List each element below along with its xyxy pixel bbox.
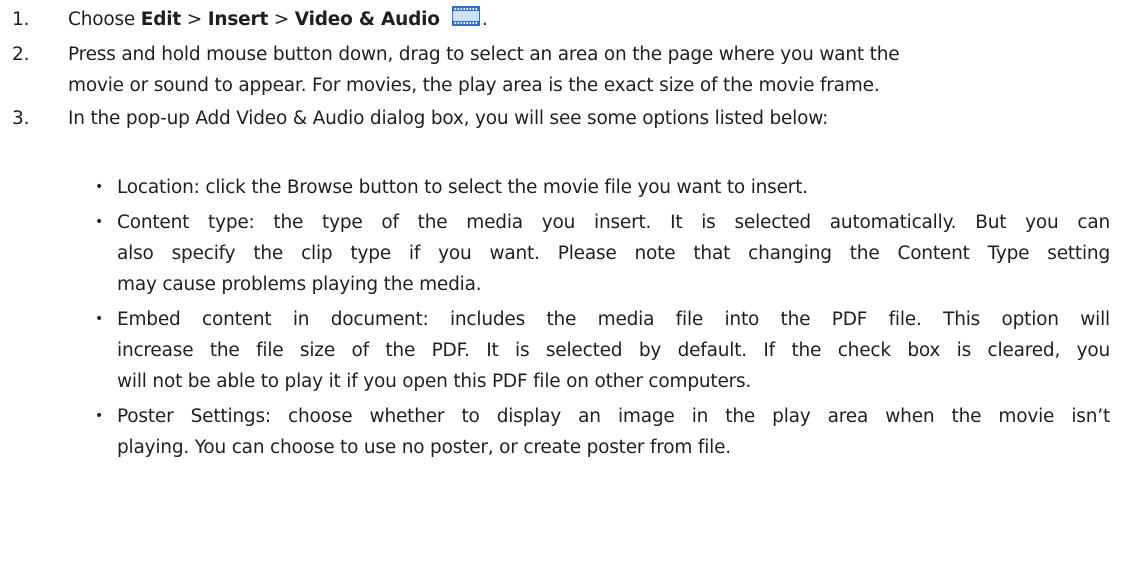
text-line: Embed content in document: includes the … [117, 309, 1110, 330]
step-number: 2. [12, 44, 30, 65]
text-line: Poster Settings: choose whether to displ… [117, 406, 1110, 427]
list-item-text: Poster Settings: choose whether to displ… [117, 401, 1110, 463]
list-item-text: Embed content in document: includes the … [117, 304, 1110, 397]
step-1-prefix: Choose [68, 9, 141, 30]
list-item-text: Location: click the Browse button to sel… [117, 172, 1110, 203]
text-line: also specify the clip type if you want. … [117, 243, 1110, 264]
menu-edit: Edit [140, 9, 182, 30]
text-line: Location: click the Browse button to sel… [117, 177, 808, 198]
film-strip-icon [451, 5, 480, 26]
bullet-dot: • [95, 179, 104, 195]
step-1-suffix: . [481, 9, 488, 30]
step-text: Choose Edit > Insert > Video & Audio . [68, 4, 1108, 35]
step-number: 1. [12, 9, 30, 30]
step-text: In the pop-up Add Video & Audio dialog b… [68, 103, 1108, 134]
menu-video-audio: Video & Audio [294, 9, 440, 30]
menu-insert: Insert [207, 9, 269, 30]
text-line: may cause problems playing the media. [117, 274, 482, 295]
step-text: Press and hold mouse button down, drag t… [68, 39, 1108, 101]
text-line: Press and hold mouse button down, drag t… [68, 44, 900, 65]
step-number: 3. [12, 108, 30, 129]
document-page: 1. Choose Edit > Insert > Video & Audio … [0, 0, 1124, 578]
bullet-dot: • [95, 408, 104, 424]
text-line: movie or sound to appear. For movies, th… [68, 75, 880, 96]
text-line: Content type: the type of the media you … [117, 212, 1110, 233]
text-line: will not be able to play it if you open … [117, 371, 752, 392]
menu-separator: > [268, 9, 295, 30]
list-item-text: Content type: the type of the media you … [117, 207, 1110, 300]
menu-separator: > [181, 9, 208, 30]
bullet-dot: • [95, 311, 104, 327]
bullet-dot: • [95, 214, 104, 230]
text-line: playing. You can choose to use no poster… [117, 437, 731, 458]
text-line: increase the file size of the PDF. It is… [117, 340, 1110, 361]
text-line: In the pop-up Add Video & Audio dialog b… [68, 108, 829, 129]
